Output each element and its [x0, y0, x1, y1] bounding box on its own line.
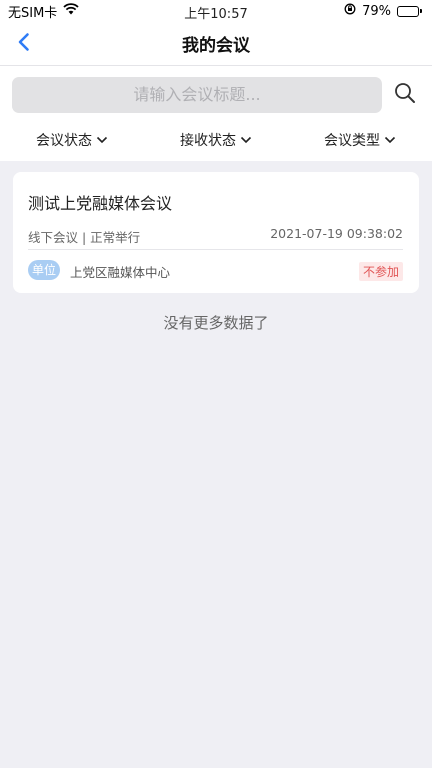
chevron-left-icon — [17, 32, 31, 56]
search-input[interactable] — [12, 76, 382, 113]
attend-status-badge: 不参加 — [358, 262, 403, 281]
search-bar — [0, 66, 432, 123]
search-button[interactable] — [390, 80, 420, 110]
filter-label: 会议状态 — [36, 133, 92, 149]
unit-badge: 单位 — [28, 260, 60, 280]
search-icon — [394, 82, 416, 108]
meeting-title: 测试上党融媒体会议 — [28, 194, 173, 213]
meeting-card[interactable]: 测试上党融媒体会议 线下会议 | 正常举行 2021-07-19 09:38:0… — [13, 172, 419, 293]
unit-name: 上党区融媒体中心 — [70, 265, 171, 280]
navigation-bar: 我的会议 — [0, 22, 432, 66]
chevron-down-icon — [384, 132, 396, 148]
meeting-meta: 线下会议 | 正常举行 — [28, 230, 141, 245]
filter-receive-status[interactable]: 接收状态 — [180, 130, 252, 150]
status-bar: 无SIM卡 79% — [0, 0, 432, 22]
filter-label: 接收状态 — [180, 133, 236, 149]
orientation-lock-icon — [344, 3, 356, 19]
filter-label: 会议类型 — [324, 133, 380, 149]
carrier-label: 无SIM卡 — [8, 5, 58, 21]
filter-bar: 会议状态 接收状态 会议类型 — [0, 123, 432, 161]
header-area: 无SIM卡 79% 上午10:57 我的会议 请输入会议标题... 会议状态 接… — [0, 0, 432, 161]
chevron-down-icon — [96, 132, 108, 148]
chevron-down-icon — [240, 132, 252, 148]
wifi-icon — [63, 3, 79, 19]
divider — [28, 249, 403, 250]
battery-percent: 79% — [362, 3, 391, 19]
back-button[interactable] — [10, 30, 38, 58]
filter-meeting-status[interactable]: 会议状态 — [36, 130, 108, 150]
meeting-time: 2021-07-19 09:38:02 — [270, 226, 403, 241]
filter-meeting-type[interactable]: 会议类型 — [324, 130, 396, 150]
battery-icon — [397, 5, 422, 17]
page-title: 我的会议 — [182, 36, 250, 56]
no-more-data-text: 没有更多数据了 — [163, 314, 269, 332]
